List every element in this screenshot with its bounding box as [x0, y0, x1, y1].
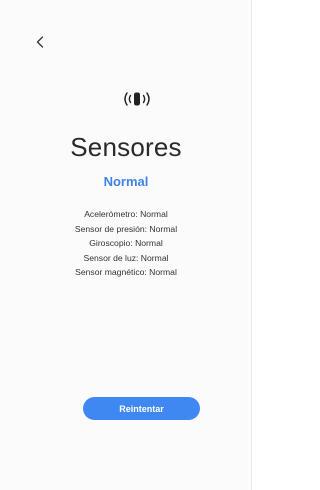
page-title: Sensores [70, 132, 182, 162]
result-pressure-sensor: Sensor de presión: Normal [74, 223, 178, 234]
sensor-test-screen: Sensores Normal Acelerómetro: Normal Sen… [0, 0, 252, 490]
back-button[interactable] [30, 32, 50, 52]
retry-button[interactable]: Reintentar [83, 397, 200, 420]
result-magnetic-sensor: Sensor magnético: Normal [75, 267, 177, 277]
result-accelerometer: Acelerómetro: Normal [84, 209, 168, 219]
result-light-sensor: Sensor de luz: Normal [83, 252, 169, 263]
status-text: Normal [103, 174, 149, 189]
chevron-left-icon [36, 36, 44, 48]
result-gyroscope: Giroscopio: Normal [89, 238, 163, 248]
sensor-results-list: Acelerómetro: Normal Sensor de presión: … [0, 207, 252, 280]
sensor-vibration-icon [124, 92, 150, 106]
